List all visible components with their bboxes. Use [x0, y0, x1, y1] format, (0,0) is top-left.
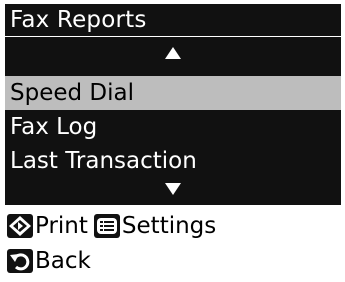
softkey-row-2: Back	[7, 245, 91, 277]
scroll-down-indicator[interactable]	[5, 175, 341, 203]
back-label: Back	[35, 248, 91, 274]
print-label: Print	[35, 213, 88, 239]
menu-item-last-transaction[interactable]: Last Transaction	[5, 144, 341, 178]
settings-softkey[interactable]: Settings	[93, 213, 217, 239]
back-arrow-icon	[7, 249, 33, 273]
triangle-up-icon	[165, 47, 181, 59]
scroll-up-indicator[interactable]	[5, 39, 341, 67]
menu-item-speed-dial[interactable]: Speed Dial	[5, 76, 341, 110]
back-softkey[interactable]: Back	[7, 248, 91, 274]
menu-list-icon	[93, 214, 120, 238]
lcd-screen: Fax Reports Speed Dial Fax Log Last Tran…	[5, 4, 341, 279]
print-softkey[interactable]: Print	[7, 213, 88, 239]
menu-list: Speed Dial Fax Log Last Transaction	[5, 37, 341, 205]
triangle-down-icon	[165, 183, 181, 195]
softkey-bar: Print Settings Back	[5, 207, 341, 279]
settings-label: Settings	[121, 213, 217, 239]
start-diamond-icon	[7, 214, 33, 238]
softkey-row-1: Print Settings	[7, 210, 216, 242]
screen-title: Fax Reports	[5, 4, 341, 36]
menu-item-fax-log[interactable]: Fax Log	[5, 110, 341, 144]
